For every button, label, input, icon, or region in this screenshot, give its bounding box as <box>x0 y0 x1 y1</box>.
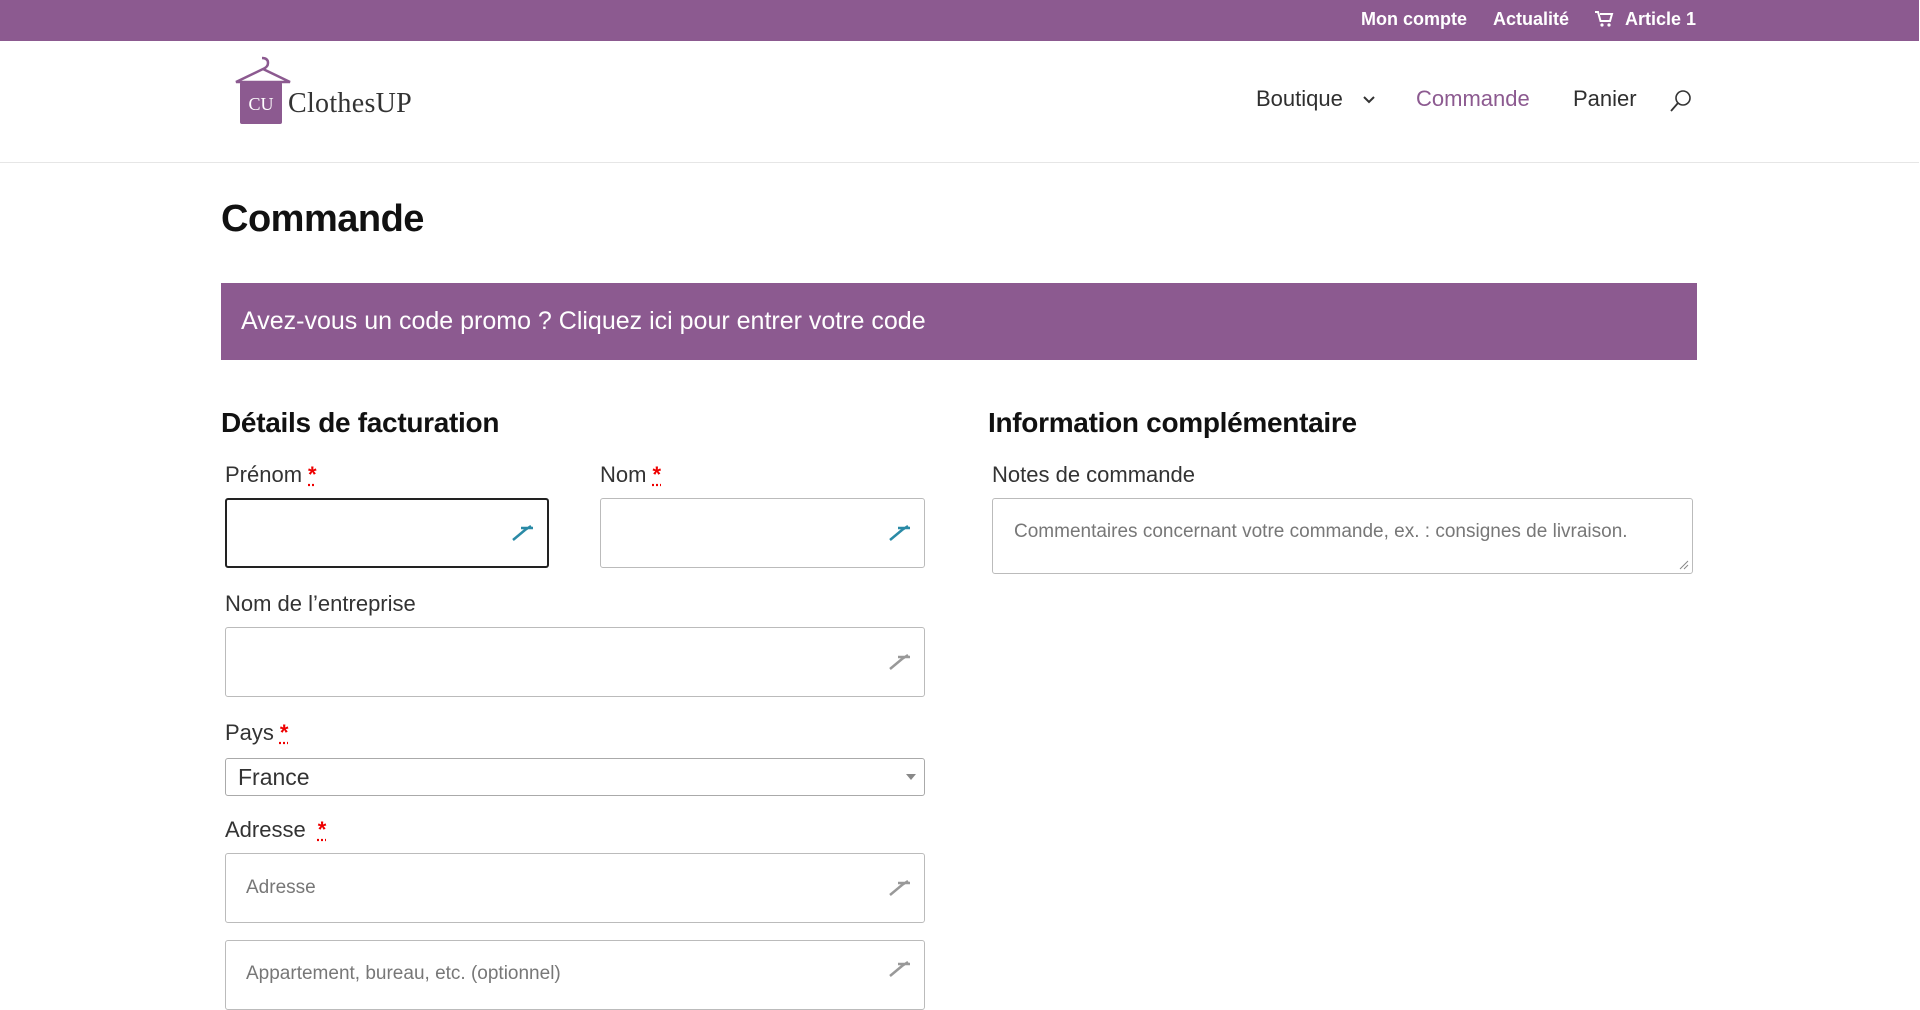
promo-code-banner[interactable]: Avez-vous un code promo ? Cliquez ici po… <box>221 283 1697 360</box>
company-input[interactable] <box>225 627 925 697</box>
first-name-input[interactable] <box>225 498 549 568</box>
pen-icon[interactable] <box>888 651 914 673</box>
logo-mark: CU <box>248 94 273 114</box>
chevron-down-icon[interactable] <box>1363 96 1375 104</box>
address-placeholder: Adresse <box>246 854 316 922</box>
cart-icon[interactable] <box>1594 9 1614 29</box>
brand-name[interactable]: ClothesUP <box>288 88 412 120</box>
top-bar: Mon compte Actualité Article 1 <box>0 0 1919 41</box>
nav-shop[interactable]: Boutique <box>1256 86 1343 112</box>
billing-heading: Détails de facturation <box>221 407 499 439</box>
country-select[interactable]: France <box>225 758 925 796</box>
pen-icon[interactable] <box>511 522 537 544</box>
address-label: Adresse * <box>225 817 326 843</box>
required-mark: * <box>280 720 289 745</box>
company-label: Nom de l’entreprise <box>225 591 416 617</box>
required-mark: * <box>652 462 661 487</box>
additional-heading: Information complémentaire <box>988 407 1357 439</box>
page-title: Commande <box>221 198 424 241</box>
country-label: Pays * <box>225 720 288 746</box>
pen-icon[interactable] <box>888 877 914 899</box>
first-name-label: Prénom * <box>225 462 317 488</box>
country-value: France <box>238 759 310 795</box>
required-mark: * <box>308 462 317 487</box>
order-notes-placeholder: Commentaires concernant votre commande, … <box>1014 521 1628 543</box>
pen-icon[interactable] <box>888 958 914 980</box>
last-name-input[interactable] <box>600 498 925 568</box>
nav-checkout[interactable]: Commande <box>1416 86 1530 112</box>
resize-handle-icon[interactable] <box>1679 560 1689 570</box>
order-notes-textarea[interactable]: Commentaires concernant votre commande, … <box>992 498 1693 574</box>
address2-placeholder: Appartement, bureau, etc. (optionnel) <box>246 941 561 1007</box>
news-link[interactable]: Actualité <box>1493 0 1569 39</box>
nav-cart[interactable]: Panier <box>1573 86 1637 112</box>
order-notes-label: Notes de commande <box>992 462 1195 488</box>
pen-icon[interactable] <box>888 522 914 544</box>
required-mark: * <box>318 817 327 842</box>
last-name-label: Nom * <box>600 462 661 488</box>
address2-input[interactable]: Appartement, bureau, etc. (optionnel) <box>225 940 925 1010</box>
search-icon[interactable] <box>1669 89 1693 113</box>
caret-down-icon <box>906 774 916 780</box>
cart-items-link[interactable]: Article 1 <box>1625 0 1696 39</box>
address-input[interactable]: Adresse <box>225 853 925 923</box>
account-link[interactable]: Mon compte <box>1361 0 1467 39</box>
